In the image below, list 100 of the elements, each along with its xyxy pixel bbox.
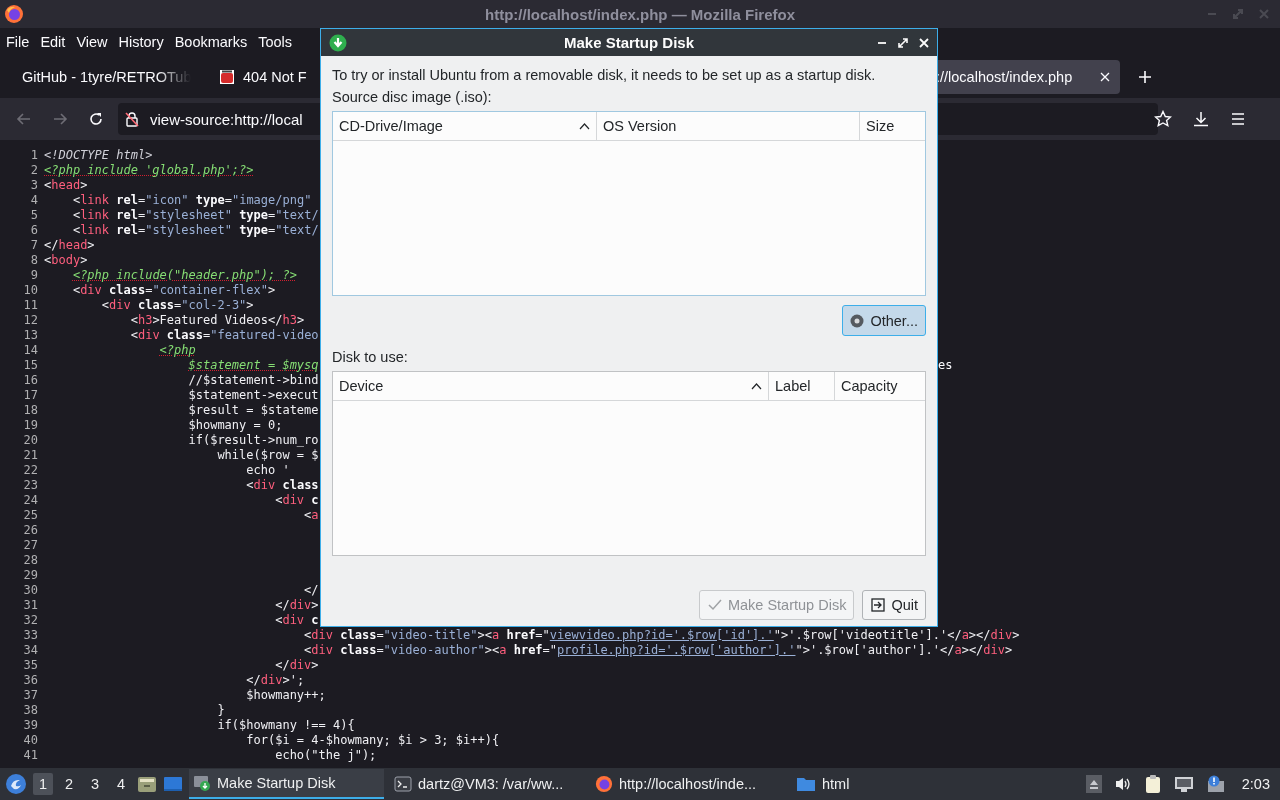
- line-number: 14: [22, 343, 39, 358]
- code-line: <?php include 'global.php';?>: [44, 163, 254, 178]
- line-number: 5: [29, 208, 39, 223]
- lock-icon: [124, 111, 140, 127]
- line-number: 34: [22, 643, 39, 658]
- code-line: <div class="video-title"><a href="viewvideo.php?id='.$row['id'].'">'.$row['videotitle'].'</a></div>: [303, 628, 1020, 643]
- code-line: <!DOCTYPE html>: [44, 148, 153, 163]
- sort-icon: [751, 382, 762, 390]
- new-tab-icon[interactable]: [1138, 70, 1152, 84]
- line-number: 15: [22, 358, 39, 373]
- line-number: 4: [29, 193, 39, 208]
- code-line: <link rel="icon" type="image/png": [71, 193, 312, 208]
- code-line: <div c: [274, 493, 319, 508]
- code-line: <div class: [245, 478, 319, 493]
- start-menu-icon[interactable]: [5, 773, 27, 795]
- code-line: <div class="container-flex">: [71, 283, 276, 298]
- line-number: 1: [29, 148, 39, 163]
- code-line: $statement->execut: [187, 388, 319, 403]
- line-number: 27: [22, 538, 39, 553]
- line-number: 6: [29, 223, 39, 238]
- code-line: <a: [303, 508, 319, 523]
- workspace-button[interactable]: 4: [111, 773, 131, 795]
- dialog-title: Make Startup Disk: [563, 34, 694, 51]
- firefox-icon: [4, 4, 24, 24]
- exit-icon: [871, 598, 886, 612]
- code-line: <link rel="stylesheet" type="text/: [71, 208, 319, 223]
- code-line: <?php include("header.php"); ?>: [71, 268, 297, 283]
- code-line: <h3>Featured Videos</h3>: [129, 313, 305, 328]
- workspace-button[interactable]: 3: [85, 773, 105, 795]
- star-icon[interactable]: [1154, 110, 1172, 128]
- clock: 2:03: [1241, 776, 1270, 792]
- line-number: 24: [22, 493, 39, 508]
- download-icon[interactable]: [1192, 110, 1210, 128]
- line-number: 33: [22, 628, 39, 643]
- workspace-button[interactable]: 2: [59, 773, 79, 795]
- taskbar-button[interactable]: dartz@VM3: /var/ww...: [390, 769, 585, 799]
- menu-item[interactable]: History: [114, 32, 168, 52]
- network-icon[interactable]: [1173, 775, 1194, 793]
- code-line: <head>: [44, 178, 88, 193]
- line-number: 17: [22, 388, 39, 403]
- code-line: <?php: [158, 343, 196, 358]
- line-number: 23: [22, 478, 39, 493]
- line-number: 9: [29, 268, 39, 283]
- tv-icon: [219, 69, 235, 85]
- line-number: 16: [22, 373, 39, 388]
- quit-button[interactable]: Quit: [862, 590, 926, 620]
- menu-item[interactable]: Edit: [36, 32, 70, 52]
- line-number: 26: [22, 523, 39, 538]
- line-number: 29: [22, 568, 39, 583]
- code-line: <div class="video-author"><a href="profile.php?id='.$row['author'].'">'.$row['author'].'</a></div>: [303, 643, 1013, 658]
- line-number: 2: [29, 163, 39, 178]
- code-line: <link rel="stylesheet" type="text/: [71, 223, 319, 238]
- column-header[interactable]: CD-Drive/Image: [333, 112, 597, 140]
- column-header[interactable]: Label: [769, 372, 835, 400]
- window-title: http://localhost/index.php — Mozilla Firefox: [485, 5, 795, 23]
- file-manager-icon[interactable]: [137, 775, 157, 793]
- taskbar-button[interactable]: http://localhost/inde...: [591, 769, 786, 799]
- column-header[interactable]: OS Version: [597, 112, 860, 140]
- menu-item[interactable]: Bookmarks: [170, 32, 252, 52]
- clipboard-icon[interactable]: [1143, 774, 1162, 794]
- back-icon[interactable]: [16, 111, 32, 127]
- browser-tab[interactable]: 404 Not F: [209, 60, 317, 94]
- line-number: 28: [22, 553, 39, 568]
- code-line: }: [216, 703, 225, 718]
- menu-item[interactable]: Tools: [254, 32, 297, 52]
- column-header[interactable]: Device: [333, 372, 769, 400]
- column-header[interactable]: Size: [860, 112, 925, 140]
- taskbar-button[interactable]: Make Startup Disk: [189, 769, 384, 799]
- instruction-text: To try or install Ubuntu from a removable disk, it needs to be set up as a startup disk.: [332, 66, 877, 85]
- volume-icon[interactable]: [1113, 776, 1132, 792]
- reload-icon[interactable]: [88, 111, 104, 127]
- eject-icon[interactable]: [1085, 775, 1102, 793]
- download-icon: [329, 33, 347, 52]
- taskbar-button[interactable]: html: [792, 769, 987, 799]
- installer-icon: [193, 774, 211, 792]
- forward-icon[interactable]: [52, 111, 68, 127]
- image-list[interactable]: CD-Drive/Image OS Version Size: [332, 111, 926, 296]
- other-button[interactable]: Other...: [842, 305, 926, 336]
- code-link[interactable]: profile.php?id='.$row['author'].': [557, 643, 796, 657]
- line-number: 40: [22, 733, 39, 748]
- line-number: 21: [22, 448, 39, 463]
- line-number: 11: [22, 298, 39, 313]
- line-number: 7: [29, 238, 39, 253]
- column-header[interactable]: Capacity: [835, 372, 925, 400]
- desktop-icon[interactable]: [163, 775, 183, 793]
- menu-icon[interactable]: [1230, 111, 1246, 127]
- section-label: Disk to use:: [332, 348, 409, 367]
- disk-list[interactable]: Device Label Capacity: [332, 371, 926, 556]
- code-link[interactable]: viewvideo.php?id='.$row['id'].': [549, 628, 774, 642]
- menu-item[interactable]: View: [72, 32, 112, 52]
- code-line: <body>: [44, 253, 88, 268]
- menu-item[interactable]: File: [2, 32, 34, 52]
- code-line: if($howmany !== 4){: [216, 718, 355, 733]
- workspace-button[interactable]: 1: [33, 773, 53, 795]
- code-line: <div class="featured-video: [129, 328, 319, 343]
- line-number: 13: [22, 328, 39, 343]
- line-number: 12: [22, 313, 39, 328]
- code-line: while($row = $: [216, 448, 319, 463]
- notification-icon[interactable]: [1205, 775, 1226, 793]
- code-line: $howmany = 0;: [187, 418, 283, 433]
